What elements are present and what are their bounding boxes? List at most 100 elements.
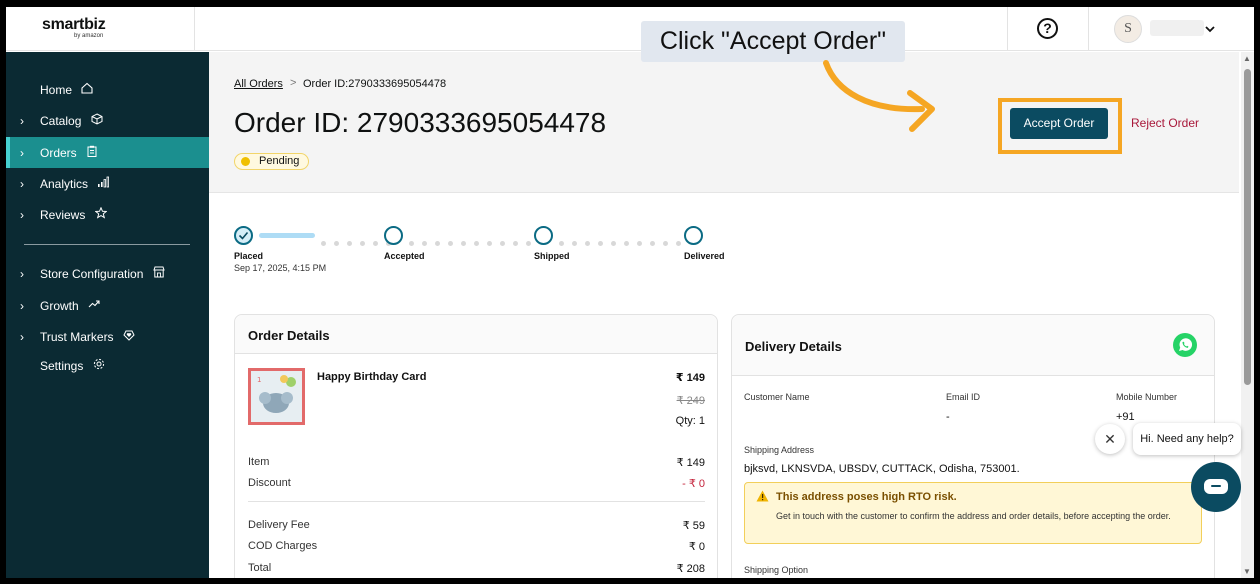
step-label: Placed	[234, 251, 264, 261]
sidebar-item-label: Home	[40, 83, 73, 97]
sidebar-item-label: Orders	[40, 146, 77, 160]
product-price: ₹ 149	[675, 372, 705, 384]
header-divider	[1007, 7, 1008, 51]
app-window: smartbiz by amazon ? S Home › Catalog › …	[6, 7, 1254, 578]
step-accepted-circle	[384, 226, 403, 245]
step-delivered-circle	[684, 226, 703, 245]
product-mrp: ₹ 249	[676, 395, 705, 407]
chevron-right-icon: ›	[20, 207, 24, 222]
step-label: Accepted	[384, 251, 425, 261]
product-name[interactable]: Happy Birthday Card	[317, 371, 426, 383]
box-icon	[91, 113, 103, 125]
sidebar-item-label: Store Configuration	[40, 267, 144, 281]
top-header: smartbiz by amazon ? S	[6, 7, 1254, 51]
warning-title: This address poses high RTO risk.	[776, 491, 957, 503]
email-label: Email ID	[946, 392, 981, 402]
store-icon	[153, 266, 165, 278]
gear-icon	[93, 358, 104, 370]
warning-text: Get in touch with the customer to confir…	[776, 511, 1171, 521]
sidebar-item-reviews[interactable]: › Reviews	[6, 199, 209, 230]
chat-close-icon[interactable]: ✕	[1095, 424, 1125, 454]
product-image[interactable]: 1	[248, 368, 305, 425]
chevron-right-icon: ›	[20, 113, 24, 128]
reject-order-button[interactable]: Reject Order	[1131, 116, 1199, 130]
item-value: ₹ 149	[676, 457, 705, 469]
status-dot-icon	[241, 157, 250, 166]
card-title: Order Details	[248, 328, 330, 343]
customer-name-label: Customer Name	[744, 392, 810, 402]
delivery-fee-value: ₹ 59	[682, 520, 705, 532]
sidebar-item-catalog[interactable]: › Catalog	[6, 105, 209, 136]
whatsapp-icon[interactable]	[1172, 332, 1198, 358]
avatar[interactable]: S	[1114, 15, 1142, 43]
step-shipped-circle	[534, 226, 553, 245]
card-title: Delivery Details	[745, 339, 842, 354]
curved-arrow-icon	[823, 60, 935, 132]
help-icon[interactable]: ?	[1037, 18, 1058, 39]
sidebar-item-analytics[interactable]: › Analytics	[6, 168, 209, 199]
scrollbar-thumb[interactable]	[1244, 69, 1251, 385]
clipboard-icon	[87, 145, 97, 157]
cod-label: COD Charges	[248, 540, 318, 552]
sidebar-item-label: Reviews	[40, 208, 86, 222]
main-content: All Orders > Order ID:2790333695054478 O…	[209, 52, 1254, 578]
shield-heart-icon	[123, 330, 135, 341]
elephant-card-image: 1	[251, 371, 302, 422]
sidebar-item-label: Settings	[40, 359, 84, 373]
warning-icon	[756, 490, 769, 502]
status-badge: Pending	[234, 153, 310, 170]
item-label: Item	[248, 456, 270, 468]
discount-label: Discount	[248, 477, 291, 489]
step-date: Sep 17, 2025, 4:15 PM	[234, 263, 327, 273]
step-label: Delivered	[684, 251, 725, 261]
email-value: -	[946, 411, 950, 423]
scrollbar[interactable]: ▲ ▼	[1241, 52, 1254, 578]
sidebar: Home › Catalog › Orders › Analytics › Re…	[6, 52, 209, 578]
sidebar-item-home[interactable]: Home	[6, 74, 209, 105]
sidebar-item-settings[interactable]: Settings	[6, 350, 209, 381]
sidebar-item-store-configuration[interactable]: › Store Configuration	[6, 258, 209, 289]
logo-text: smartbiz	[42, 16, 106, 33]
progress-dots	[409, 233, 539, 246]
account-name-redacted[interactable]	[1150, 20, 1204, 36]
chat-button[interactable]	[1191, 462, 1241, 512]
scroll-down-icon[interactable]: ▼	[1243, 567, 1251, 576]
order-header: All Orders > Order ID:2790333695054478 O…	[209, 52, 1239, 193]
sidebar-item-growth[interactable]: › Growth	[6, 290, 209, 321]
mobile-value: +91	[1116, 411, 1135, 423]
chat-greeting[interactable]: Hi. Need any help?	[1133, 423, 1241, 455]
shipping-address-label: Shipping Address	[744, 445, 815, 455]
sidebar-item-label: Analytics	[40, 177, 89, 191]
home-icon	[81, 82, 93, 94]
sidebar-divider	[24, 244, 190, 245]
chevron-right-icon: ›	[20, 145, 24, 160]
sidebar-item-label: Catalog	[40, 114, 82, 128]
order-details-card: Order Details 1 Happy Birthday Card ₹ 14…	[234, 314, 718, 578]
smartbiz-logo[interactable]: smartbiz by amazon	[42, 16, 112, 42]
chevron-right-icon: ›	[20, 176, 24, 191]
product-qty: Qty: 1	[675, 415, 705, 427]
chevron-down-icon[interactable]	[1205, 24, 1215, 34]
highlight-box	[998, 98, 1122, 154]
chat-icon	[1204, 479, 1228, 494]
sidebar-item-label: Trust Markers	[40, 330, 114, 344]
total-label: Total	[248, 562, 272, 574]
cod-value: ₹ 0	[688, 541, 705, 553]
logo-subtext: by amazon	[74, 33, 104, 39]
trend-up-icon	[88, 300, 100, 308]
page-title: Order ID: 2790333695054478	[234, 107, 607, 138]
scroll-up-icon[interactable]: ▲	[1243, 54, 1251, 63]
sidebar-item-trust-markers[interactable]: › Trust Markers	[6, 321, 209, 352]
chevron-right-icon: ›	[20, 266, 24, 281]
breadcrumb-all-orders[interactable]: All Orders	[234, 78, 283, 90]
shipping-address-value: bjksvd, LKNSVDA, UBSDV, CUTTACK, Odisha,…	[744, 463, 1020, 475]
status-text: Pending	[259, 155, 300, 167]
check-icon	[238, 231, 249, 240]
shipping-option-label: Shipping Option	[744, 565, 809, 575]
header-divider	[194, 7, 195, 51]
mobile-label: Mobile Number	[1116, 392, 1178, 402]
chevron-right-icon: ›	[20, 329, 24, 344]
bar-chart-icon	[98, 176, 110, 188]
sidebar-item-orders[interactable]: › Orders	[6, 137, 209, 168]
total-value: ₹ 208	[676, 563, 705, 575]
